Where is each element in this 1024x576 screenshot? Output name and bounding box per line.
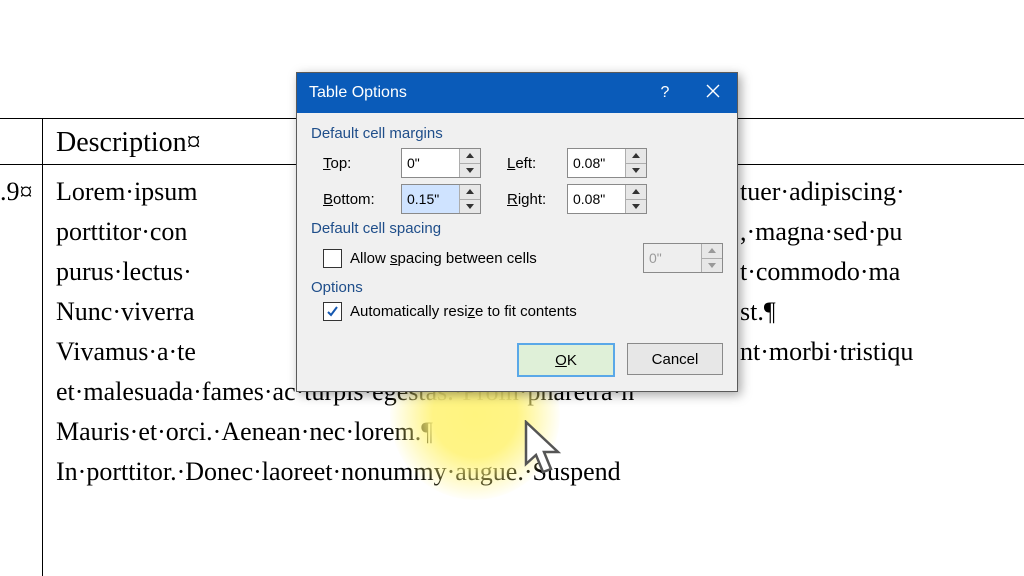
spin-down-icon[interactable] <box>460 164 480 178</box>
spin-up-icon[interactable] <box>460 149 480 164</box>
bottom-margin-label: Bottom: <box>323 191 393 208</box>
doc-line-0: Lorem·ipsum <box>56 172 198 212</box>
table-options-dialog: Table Options ? Default cell margins Top… <box>296 72 738 392</box>
left-margin-spinner[interactable] <box>567 148 647 178</box>
spin-up-icon[interactable] <box>460 185 480 200</box>
left-margin-input[interactable] <box>568 149 625 177</box>
bottom-margin-spinner[interactable] <box>401 184 481 214</box>
help-icon: ? <box>661 84 670 102</box>
dialog-titlebar[interactable]: Table Options ? <box>297 73 737 113</box>
spin-up-icon[interactable] <box>626 185 646 200</box>
spin-down-icon[interactable] <box>626 200 646 214</box>
spin-down-icon <box>702 259 722 273</box>
right-margin-input[interactable] <box>568 185 625 213</box>
doc-line-7: In·porttitor.·Donec·laoreet·nonummy·augu… <box>56 452 621 492</box>
spin-up-icon[interactable] <box>626 149 646 164</box>
left-margin-label: Left: <box>507 155 559 172</box>
checkmark-icon <box>326 305 339 318</box>
ok-button[interactable]: OK <box>517 343 615 377</box>
doc-right-3: st.¶ <box>740 292 776 332</box>
dialog-title: Table Options <box>309 84 407 102</box>
bottom-margin-input[interactable] <box>402 185 459 213</box>
table-header-description: Description¤ <box>56 123 201 163</box>
doc-line-4: Vivamus·a·te <box>56 332 196 372</box>
close-icon <box>706 84 720 103</box>
top-margin-spinner[interactable] <box>401 148 481 178</box>
allow-spacing-label: Allow spacing between cells <box>350 250 537 267</box>
group-spacing-title: Default cell spacing <box>311 220 723 237</box>
group-margins-title: Default cell margins <box>311 125 723 142</box>
cancel-button[interactable]: Cancel <box>627 343 723 375</box>
doc-right-2: t·commodo·ma <box>740 252 900 292</box>
doc-right-1: ,·magna·sed·pu <box>740 212 902 252</box>
cell-spacing-spinner <box>643 243 723 273</box>
top-margin-label: Top: <box>323 155 393 172</box>
group-options-title: Options <box>311 279 723 296</box>
top-margin-input[interactable] <box>402 149 459 177</box>
doc-line-1: porttitor·con <box>56 212 187 252</box>
right-margin-label: Right: <box>507 191 559 208</box>
doc-right-0: tuer·adipiscing· <box>740 172 905 212</box>
spin-up-icon <box>702 244 722 259</box>
cell-spacing-input <box>644 244 701 272</box>
table-row-id: .9¤ <box>0 172 33 212</box>
doc-right-4: nt·morbi·tristiqu <box>740 332 913 372</box>
right-margin-spinner[interactable] <box>567 184 647 214</box>
doc-line-6: Mauris·et·orci.·Aenean·nec·lorem.¶ <box>56 412 433 452</box>
close-button[interactable] <box>689 73 737 113</box>
auto-resize-label: Automatically resize to fit contents <box>350 303 577 320</box>
auto-resize-checkbox[interactable] <box>323 302 342 321</box>
allow-spacing-checkbox[interactable] <box>323 249 342 268</box>
spin-down-icon[interactable] <box>626 164 646 178</box>
doc-line-2: purus·lectus· <box>56 252 192 292</box>
doc-line-3: Nunc·viverra <box>56 292 195 332</box>
spin-down-icon[interactable] <box>460 200 480 214</box>
help-button[interactable]: ? <box>641 73 689 113</box>
